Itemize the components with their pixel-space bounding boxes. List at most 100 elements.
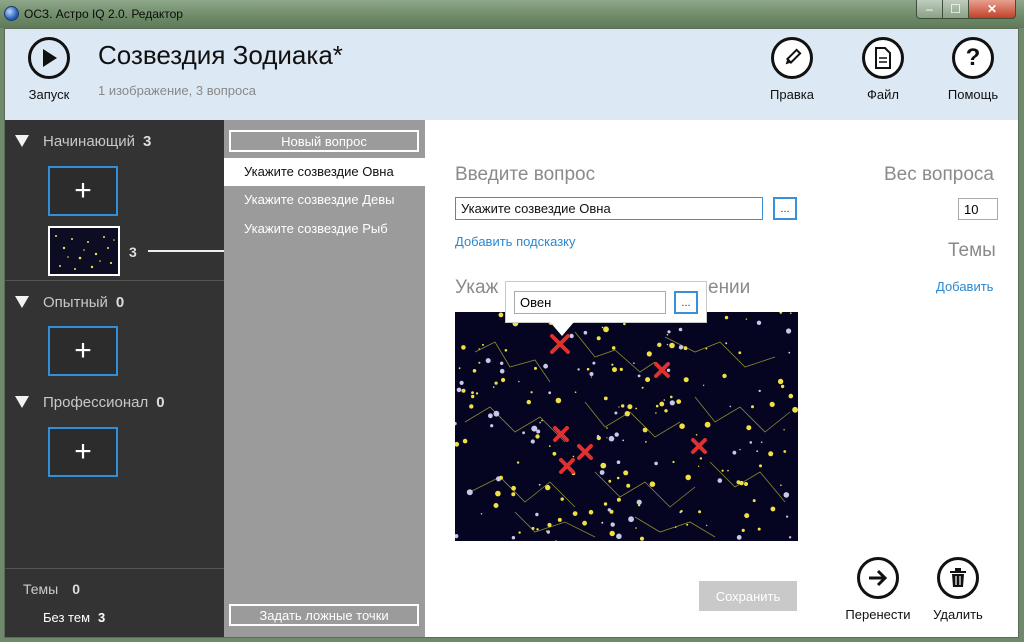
topics-summary[interactable]: Темы 0	[23, 581, 80, 597]
star-dot	[611, 346, 616, 350]
star-dot	[531, 425, 538, 432]
star-dot	[732, 450, 737, 455]
question-item[interactable]: Укажите созвездие Рыб	[224, 215, 425, 243]
star-dot	[790, 312, 792, 314]
star-dot	[759, 464, 762, 468]
star-dot	[672, 460, 675, 464]
edit-button[interactable]: Правка	[759, 37, 825, 102]
star-dot	[676, 399, 682, 404]
arrow-right-icon	[857, 557, 899, 599]
star-dot	[455, 421, 457, 426]
image-thumbnail[interactable]	[48, 226, 120, 276]
star-dot	[456, 387, 462, 393]
star-dot	[678, 345, 684, 350]
star-dot	[548, 445, 551, 447]
star-dot	[488, 413, 493, 419]
star-dot	[500, 361, 504, 365]
star-dot	[760, 441, 763, 443]
star-dot	[577, 368, 580, 371]
app-window: Запуск Созвездия Зодиака* 1 изображение,…	[4, 28, 1019, 638]
divider	[5, 568, 224, 569]
star-dot	[599, 470, 605, 475]
star-dot	[645, 441, 647, 443]
star-dot	[534, 366, 537, 370]
star-dot	[511, 536, 516, 540]
star-dot	[606, 427, 608, 429]
topics-heading: Темы	[948, 240, 996, 261]
file-icon	[862, 37, 904, 79]
save-button[interactable]: Сохранить	[699, 581, 797, 611]
star-dot	[670, 395, 673, 399]
star-dot	[783, 429, 785, 431]
star-dot	[621, 404, 625, 408]
move-button[interactable]: Перенести	[840, 557, 916, 622]
add-image-button[interactable]: +	[48, 427, 118, 477]
level-experienced[interactable]: Опытный 0	[15, 294, 124, 311]
file-button[interactable]: Файл	[850, 37, 916, 102]
star-dot	[727, 469, 729, 472]
weight-input[interactable]	[958, 198, 998, 220]
add-image-button[interactable]: +	[48, 326, 118, 376]
questions-list: Новый вопрос Укажите созвездие Овна Укаж…	[224, 120, 425, 637]
star-dot	[548, 391, 552, 395]
star-dot	[603, 502, 608, 506]
star-dot	[499, 475, 503, 480]
collapse-triangle-icon[interactable]	[15, 296, 29, 308]
star-dot	[779, 312, 783, 314]
star-dot	[462, 438, 468, 444]
star-dot	[609, 530, 615, 537]
collapse-triangle-icon[interactable]	[15, 396, 29, 408]
star-dot	[788, 393, 794, 399]
star-dot	[637, 374, 641, 378]
app-globe-icon	[4, 6, 19, 21]
help-button[interactable]: ? Помощь	[940, 37, 1006, 102]
delete-button[interactable]: Удалить	[920, 557, 996, 622]
level-beginner[interactable]: Начинающий 3	[15, 133, 151, 150]
star-dot	[614, 411, 618, 415]
star-dot	[666, 343, 669, 346]
no-topics-summary[interactable]: Без тем 3	[43, 610, 105, 625]
run-button[interactable]: Запуск	[21, 37, 77, 102]
star-dot	[744, 513, 750, 519]
question-input[interactable]	[455, 197, 763, 220]
add-topic-link[interactable]: Добавить	[936, 279, 993, 294]
collapse-triangle-icon[interactable]	[15, 135, 29, 147]
star-dot	[612, 367, 617, 373]
star-dot	[501, 377, 506, 383]
star-dot	[749, 441, 753, 444]
file-label: Файл	[867, 87, 899, 102]
add-image-button[interactable]: +	[48, 166, 118, 216]
star-dot	[555, 540, 557, 541]
star-dot	[724, 315, 729, 320]
star-dot	[619, 367, 623, 371]
star-dot	[757, 527, 761, 531]
star-dot	[608, 435, 615, 442]
star-dot	[530, 439, 535, 444]
star-map-image[interactable]	[455, 312, 798, 541]
question-item[interactable]: Укажите созвездие Девы	[224, 186, 425, 214]
close-button[interactable]: ✕	[968, 0, 1016, 19]
question-options-button[interactable]: ...	[773, 197, 797, 220]
question-item[interactable]: Укажите созвездие Овна	[224, 158, 425, 186]
add-hint-link[interactable]: Добавить подсказку	[455, 234, 576, 249]
set-false-points-button[interactable]: Задать ложные точки	[229, 604, 419, 626]
star-dot	[482, 343, 484, 346]
minimize-button[interactable]: –	[916, 0, 943, 19]
point-name-input[interactable]	[514, 291, 666, 314]
star-dot	[780, 384, 785, 389]
level-professional[interactable]: Профессионал 0	[15, 394, 165, 411]
star-dot	[659, 401, 665, 407]
star-dot	[780, 484, 782, 486]
document-subtitle: 1 изображение, 3 вопроса	[98, 83, 256, 98]
star-dot	[655, 412, 657, 414]
star-dot	[786, 328, 792, 334]
new-question-button[interactable]: Новый вопрос	[229, 130, 419, 152]
star-dot	[466, 489, 473, 496]
star-dot	[546, 530, 550, 534]
star-dot	[642, 427, 648, 433]
star-dot	[616, 497, 621, 502]
maximize-button[interactable]: ☐	[942, 0, 969, 19]
point-options-button[interactable]: ...	[674, 291, 698, 314]
star-dot	[535, 434, 540, 439]
star-dot	[637, 504, 641, 507]
